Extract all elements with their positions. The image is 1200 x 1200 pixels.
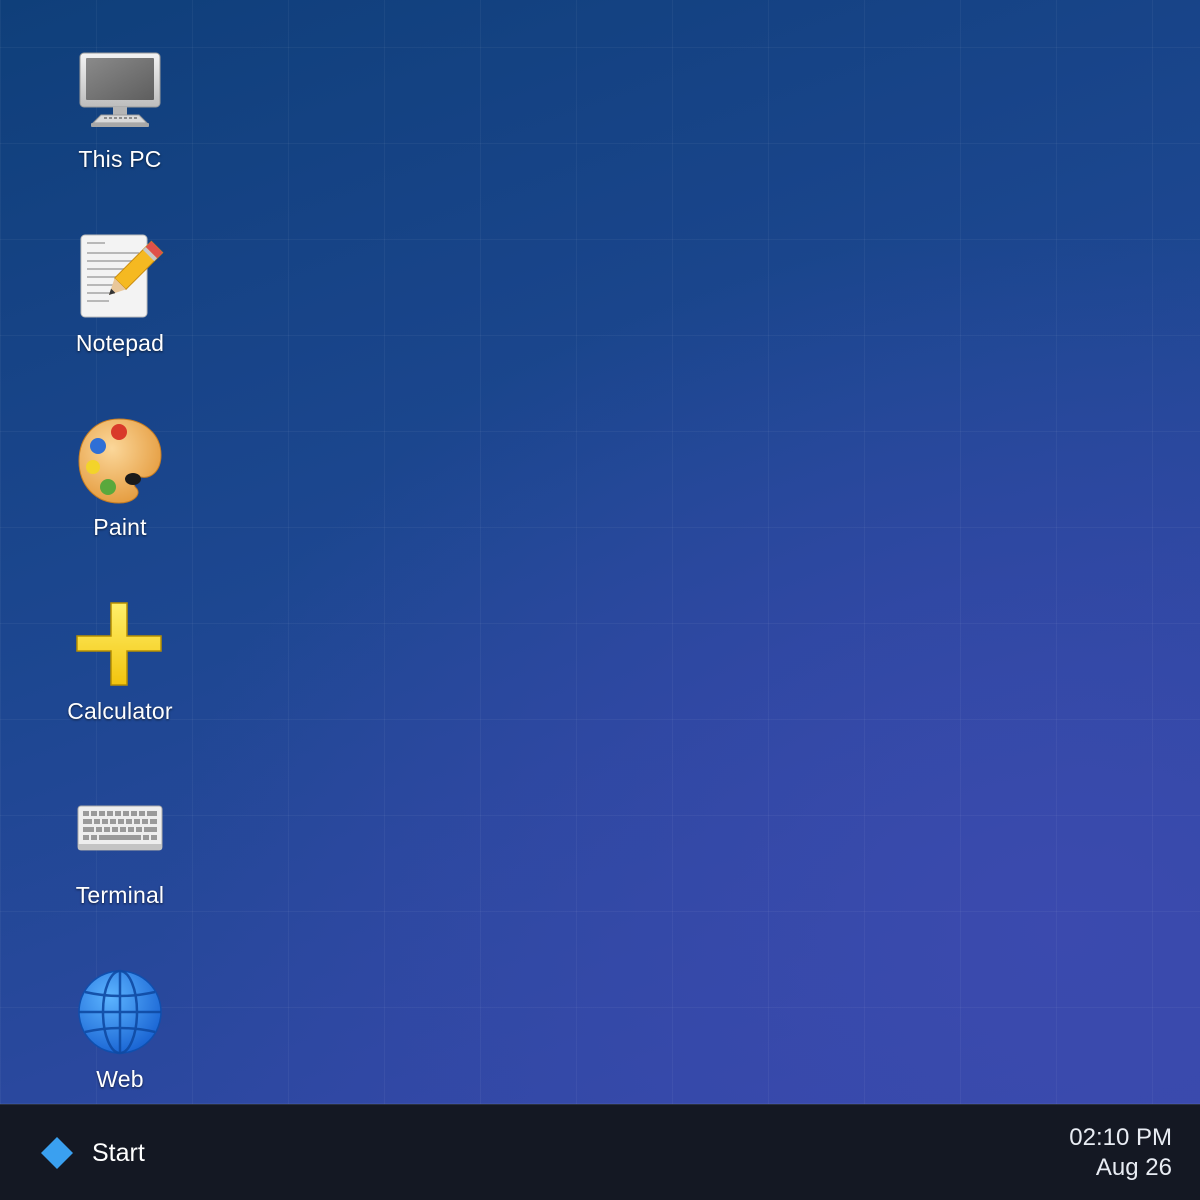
keyboard-icon [74,782,166,874]
desktop-icon-notepad[interactable]: Notepad [30,230,210,380]
start-label: Start [92,1138,145,1167]
clock-time: 02:10 PM [1069,1124,1172,1151]
taskbar-clock[interactable]: 02:10 PM Aug 26 [1069,1123,1172,1183]
calculator-plus-icon [74,598,166,690]
desktop-icon-paint[interactable]: Paint [30,414,210,564]
desktop[interactable]: This PC Notepad Paint Calculator Termina… [0,0,1200,1104]
desktop-icon-label: Terminal [75,882,165,908]
paint-palette-icon [74,414,166,506]
desktop-icon-label: Notepad [75,330,165,356]
diamond-logo-icon [40,1136,74,1170]
desktop-icon-calculator[interactable]: Calculator [30,598,210,748]
desktop-icon-label: This PC [78,146,162,172]
desktop-icon-label: Paint [93,514,147,540]
desktop-icon-this-pc[interactable]: This PC [30,46,210,196]
globe-icon [74,966,166,1058]
notepad-icon [74,230,166,322]
taskbar: Start 02:10 PM Aug 26 [0,1104,1200,1200]
computer-icon [74,46,166,138]
desktop-icon-label: Web [96,1066,144,1092]
desktop-icon-terminal[interactable]: Terminal [30,782,210,932]
desktop-icon-label: Calculator [67,698,173,724]
desktop-icon-web[interactable]: Web [30,966,210,1116]
start-button[interactable]: Start [30,1125,159,1181]
clock-date: Aug 26 [1095,1154,1172,1181]
